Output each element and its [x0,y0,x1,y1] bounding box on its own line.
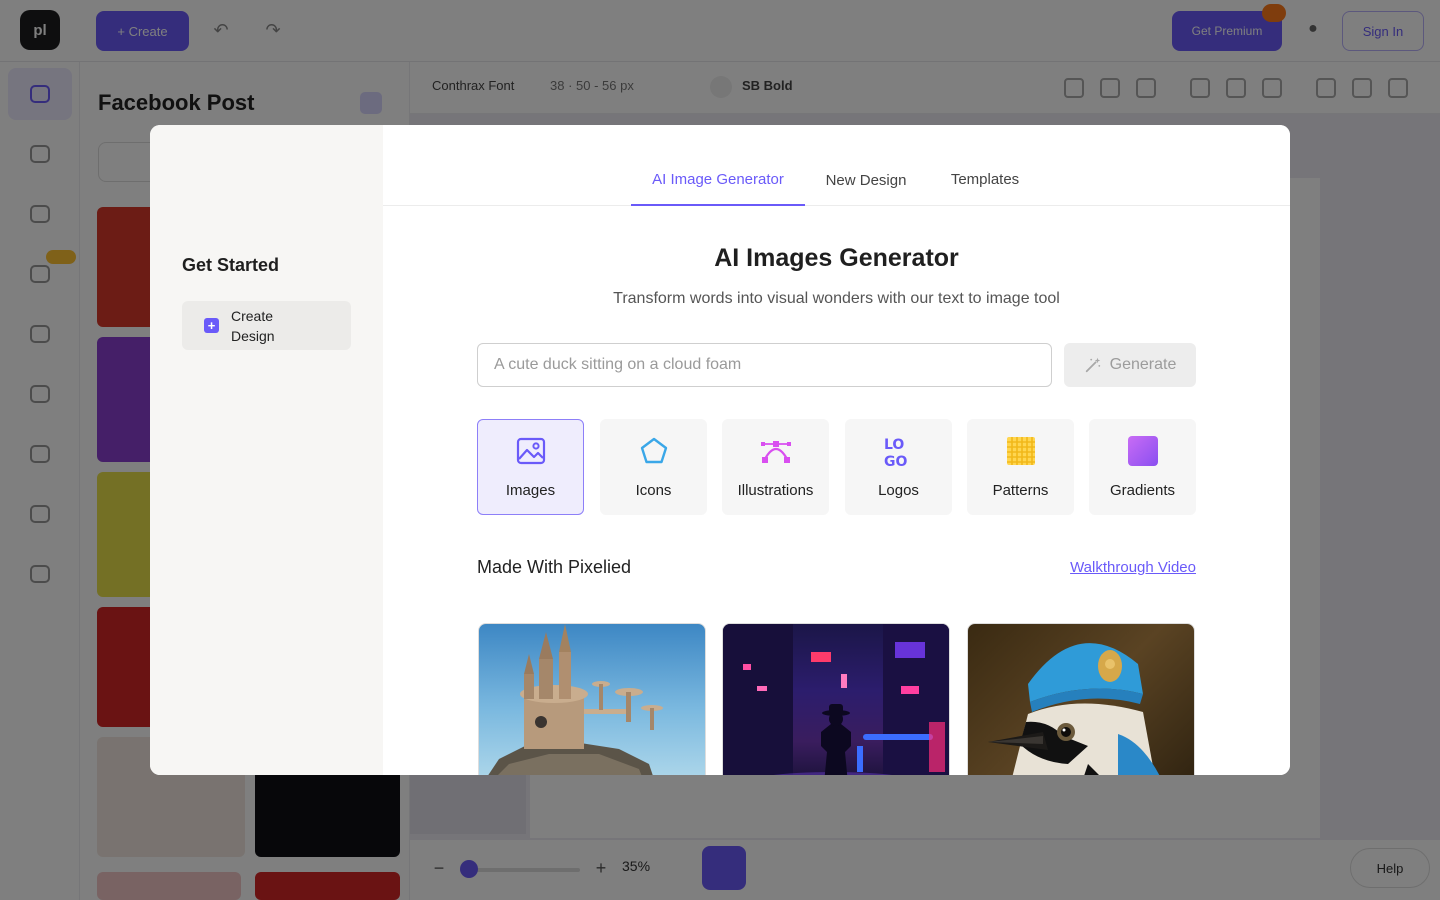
category-label: Logos [878,482,919,499]
gradient-square-icon [1128,436,1158,466]
tab-templates[interactable]: Templates [937,171,1033,206]
tab-bar: AI Image Generator New Design Templates [383,125,1290,206]
modal-main: AI Image Generator New Design Templates … [383,125,1290,775]
category-images[interactable]: Images [477,419,584,515]
tab-new-design[interactable]: New Design [813,172,919,207]
category-label: Illustrations [737,482,814,499]
modal-sidebar: Get Started + Create Design [150,125,383,775]
sidebar-item-label: Create Design [231,307,275,344]
plus-icon: + [204,318,219,333]
logo-letters-icon: LO GO [884,437,907,467]
svg-text:LO: LO [884,437,904,453]
pentagon-icon [640,437,668,464]
generate-button[interactable]: Generate [1064,343,1196,387]
walkthrough-video-link[interactable]: Walkthrough Video [1064,559,1196,576]
bird-portrait-image [988,643,1160,775]
generate-label: Generate [1109,356,1177,373]
image-icon [516,437,546,465]
prompt-input[interactable] [477,343,1052,387]
gallery-card-bird[interactable] [967,623,1195,775]
castle-image [488,624,663,775]
category-logos[interactable]: LO GO Logos [845,419,952,515]
category-patterns[interactable]: Patterns [967,419,1074,515]
sidebar-item-create-design[interactable]: + Create Design [182,301,351,350]
generator-title: AI Images Generator [714,244,959,272]
bezier-curve-icon [761,441,791,463]
tab-ai-image-generator[interactable]: AI Image Generator [631,171,805,206]
gallery-card-castle[interactable] [478,623,706,775]
category-illustrations[interactable]: Illustrations [722,419,829,515]
category-icons[interactable]: Icons [600,419,707,515]
category-label: Icons [635,482,672,499]
svg-text:GO: GO [884,454,907,467]
category-gradients[interactable]: Gradients [1089,419,1196,515]
gallery-title: Made With Pixelied [477,557,632,577]
get-started-modal: Get Started + Create Design AI Image Gen… [150,125,1290,775]
pattern-grid-icon [1007,437,1035,465]
category-label: Images [505,482,556,499]
sidebar-title: Get Started [182,255,280,275]
neon-street-image [723,624,949,775]
category-list: Images Icons Illustrations LO GO Logos P… [477,419,1196,515]
magic-wand-icon [1085,357,1100,373]
category-label: Patterns [992,482,1049,499]
gallery-card-neon-street[interactable] [722,623,950,775]
category-label: Gradients [1109,482,1176,499]
generator-subtitle: Transform words into visual wonders with… [613,290,1060,307]
